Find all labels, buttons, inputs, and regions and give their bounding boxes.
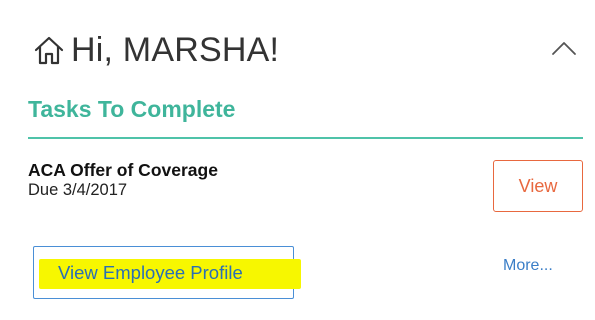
tasks-section-title: Tasks To Complete: [28, 96, 236, 122]
more-link[interactable]: More...: [503, 257, 553, 275]
collapse-button[interactable]: [547, 33, 581, 67]
greeting-text: Hi, MARSHA!: [71, 30, 280, 69]
section-divider: [28, 137, 583, 139]
task-name: ACA Offer of Coverage: [28, 160, 218, 180]
profile-button-label: View Employee Profile: [58, 262, 243, 283]
view-task-button[interactable]: View: [493, 160, 583, 212]
greeting-header: Hi, MARSHA!: [33, 22, 279, 78]
chevron-up-icon: [551, 40, 577, 61]
task-due-date: Due 3/4/2017: [28, 181, 128, 199]
view-employee-profile-button[interactable]: View Employee Profile: [33, 246, 301, 299]
home-icon: [33, 33, 67, 67]
